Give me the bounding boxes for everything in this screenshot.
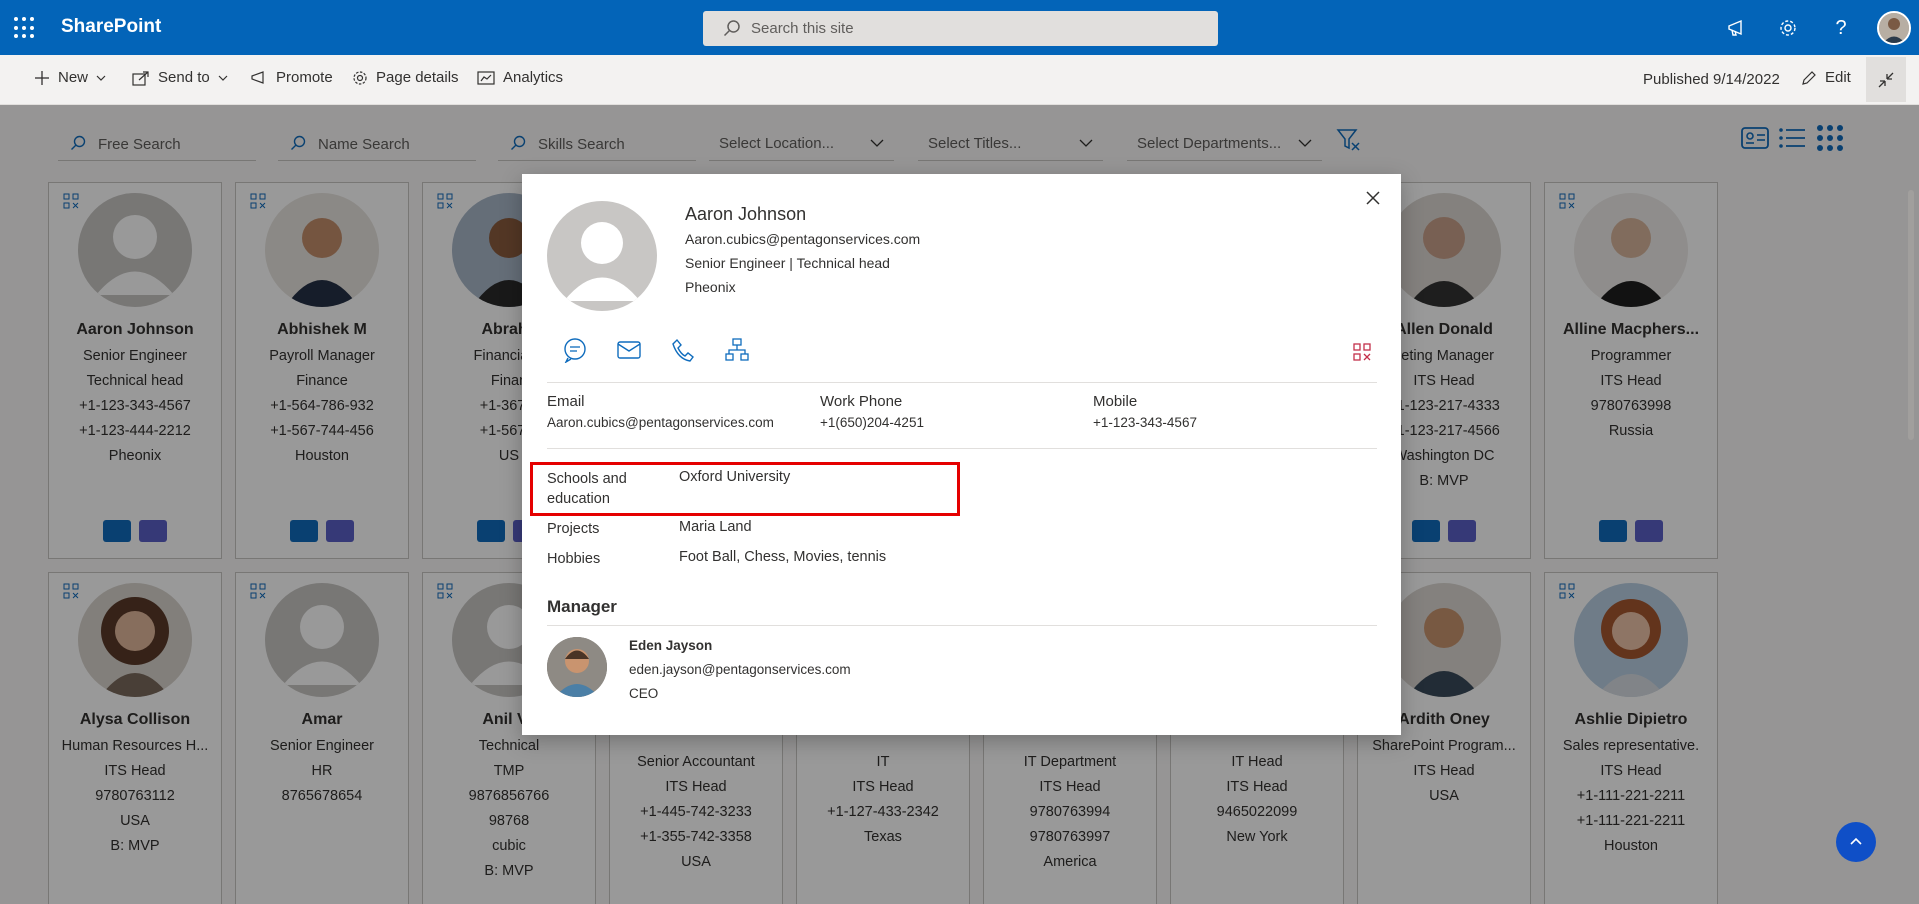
scrollbar[interactable] [1908,190,1914,440]
share-icon [132,70,149,86]
mobile-value[interactable]: +1-123-343-4567 [1093,415,1197,430]
analytics-label: Analytics [503,69,564,86]
highlight-box [530,462,960,516]
gear-icon[interactable] [1775,15,1801,41]
search-placeholder: Search this site [751,20,854,37]
gear-icon [353,70,367,85]
edit-button[interactable]: Edit [1801,69,1851,86]
hobbies-value: Foot Ball, Chess, Movies, tennis [679,549,887,565]
app-name[interactable]: SharePoint [61,16,161,38]
projects-value: Maria Land [679,519,752,535]
avatar [547,201,657,311]
megaphone-icon[interactable] [1724,15,1750,41]
page-details-button[interactable]: Page details [352,69,459,86]
new-label: New [58,69,89,86]
page-details-label: Page details [376,69,459,86]
contact-work-phone: Work Phone +1(650)204-4251 [820,393,924,430]
command-bar: New Send to Promote Page details Analyti… [0,55,1919,105]
manager-name[interactable]: Eden Jayson [629,638,712,653]
megaphone-icon [251,70,264,84]
phone-icon[interactable] [670,337,696,368]
plus-icon [35,70,49,85]
help-icon[interactable]: ? [1828,15,1854,41]
profile-location: Pheonix [685,279,736,295]
manager-title: CEO [629,686,659,701]
chevron-down-icon [96,75,106,81]
manager-heading: Manager [547,597,617,616]
profile-email[interactable]: Aaron.cubics@pentagonservices.com [685,231,920,247]
projects-label: Projects [547,521,600,537]
profile-title: Senior Engineer | Technical head [685,255,890,271]
contact-email: Email Aaron.cubics@pentagonservices.com [547,393,774,430]
search-icon [723,19,741,42]
published-date: Published 9/14/2022 [1643,71,1780,88]
close-icon[interactable] [1361,186,1385,210]
scroll-to-top-button[interactable] [1836,822,1876,862]
mobile-label: Mobile [1093,393,1138,410]
avatar[interactable] [1877,11,1911,45]
analytics-button[interactable]: Analytics [477,69,563,86]
divider [547,625,1377,626]
hobbies-label: Hobbies [547,551,601,567]
manager-email[interactable]: eden.jayson@pentagonservices.com [629,662,851,677]
app-launcher-icon[interactable] [14,17,36,39]
profile-name: Aaron Johnson [685,204,807,224]
mail-icon[interactable] [616,337,642,368]
divider [547,448,1377,449]
send-to-label: Send to [158,69,210,86]
divider [547,382,1377,383]
chevron-down-icon [218,75,228,81]
promote-button[interactable]: Promote [250,69,333,86]
send-to-button[interactable]: Send to [132,69,228,86]
suite-bar: SharePoint Search this site ? [0,0,1919,55]
email-value[interactable]: Aaron.cubics@pentagonservices.com [547,415,774,430]
new-button[interactable]: New [34,69,106,86]
email-label: Email [547,393,585,410]
chat-icon[interactable] [562,337,588,368]
site-search-input[interactable]: Search this site [703,11,1218,46]
collapse-icon [1878,72,1894,87]
edit-label: Edit [1825,69,1851,86]
chevron-up-icon [1850,837,1862,845]
contact-mobile: Mobile +1-123-343-4567 [1093,393,1197,430]
work-phone-label: Work Phone [820,393,903,410]
collapse-button[interactable] [1866,57,1906,102]
promote-label: Promote [276,69,333,86]
work-phone-value[interactable]: +1(650)204-4251 [820,415,924,430]
org-chart-icon[interactable] [724,337,750,368]
qr-code-icon[interactable] [1353,343,1371,366]
pencil-icon [1802,70,1816,85]
profile-dialog: Aaron Johnson Aaron.cubics@pentagonservi… [522,174,1401,735]
manager-avatar[interactable] [547,637,607,697]
analytics-icon [477,70,495,85]
